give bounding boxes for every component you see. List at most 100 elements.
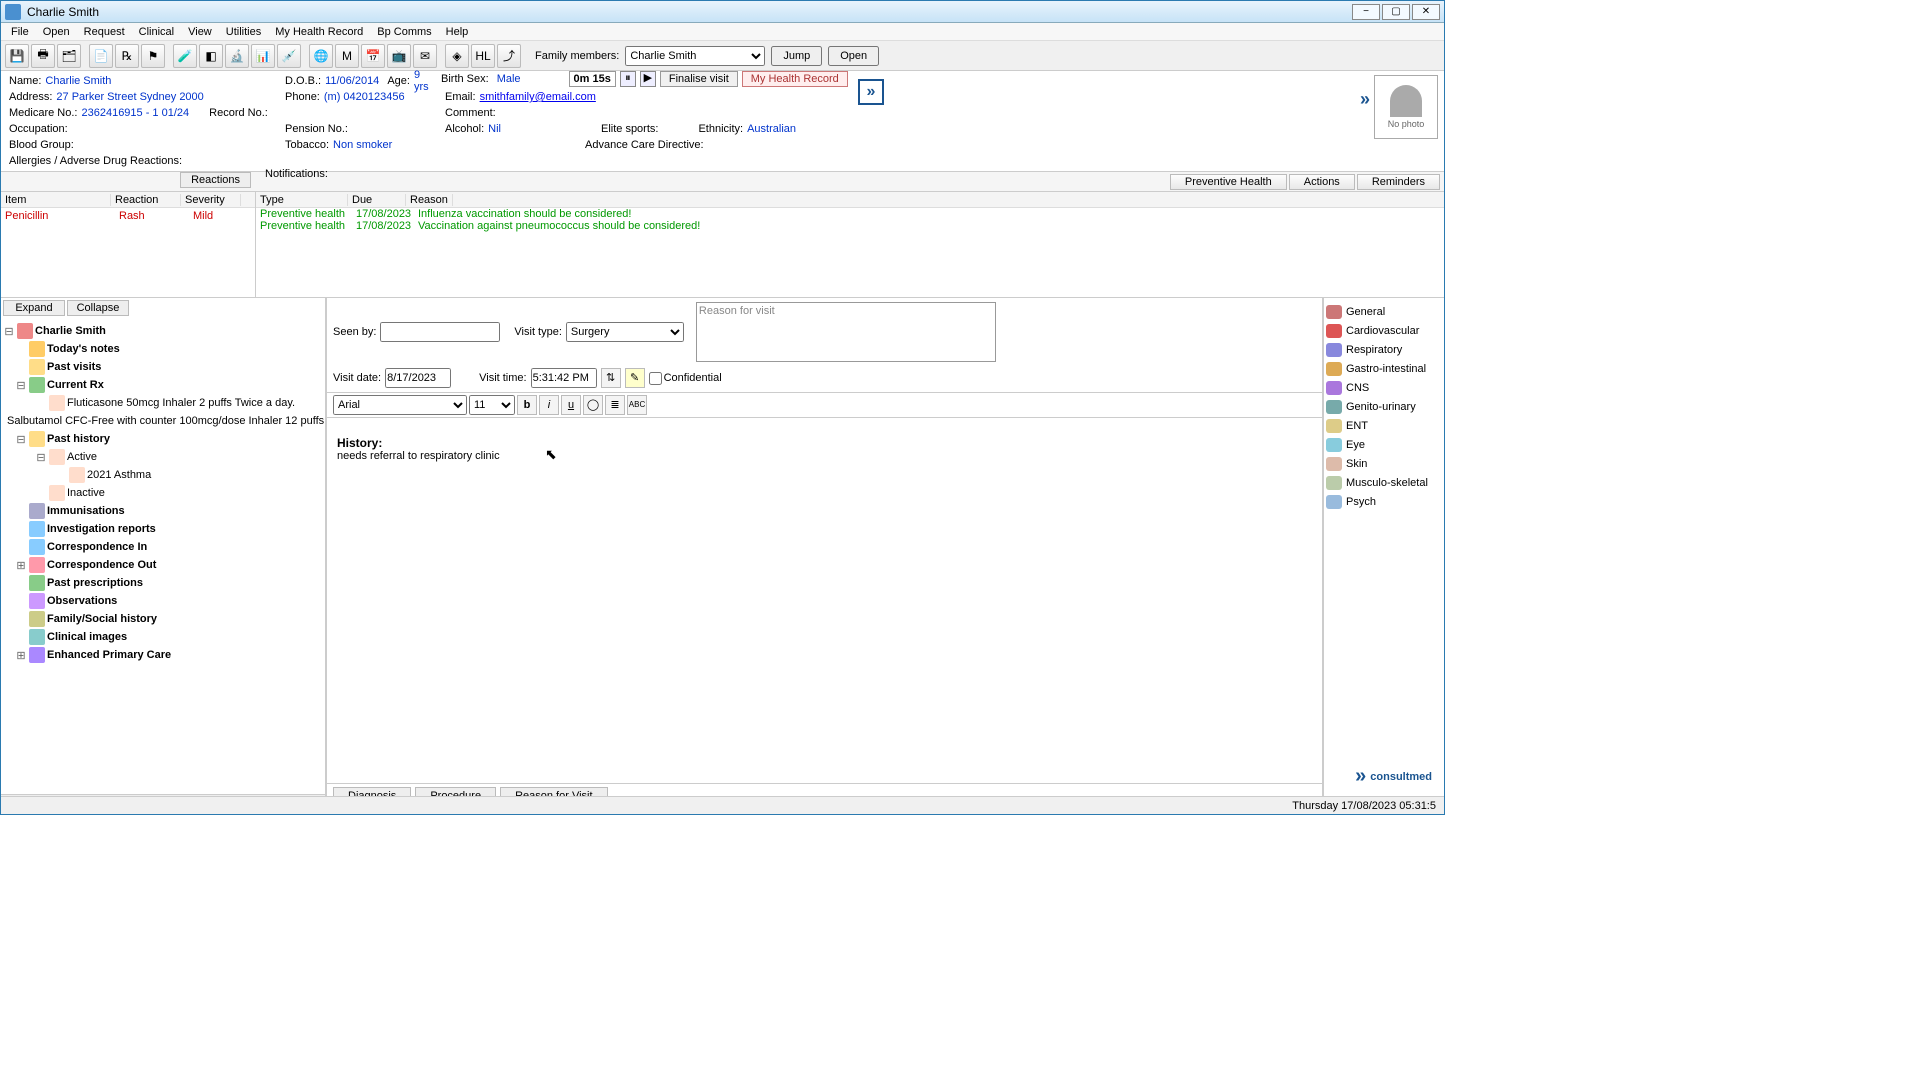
confidential-checkbox[interactable] <box>649 372 662 385</box>
sys-psych[interactable]: Psych <box>1326 492 1442 511</box>
minimize-button[interactable]: − <box>1352 4 1380 20</box>
tree-asthma[interactable]: 2021 Asthma <box>87 469 151 481</box>
tool-flag-icon[interactable]: ⚑ <box>141 44 165 68</box>
family-select[interactable]: Charlie Smith <box>625 46 765 66</box>
italic-button[interactable]: i <box>539 395 559 415</box>
tree-past-presc[interactable]: Past prescriptions <box>47 577 143 589</box>
time-stepper[interactable]: ⇅ <box>601 368 621 388</box>
pause-button[interactable]: ⏸ <box>620 71 636 87</box>
reactions-button[interactable]: Reactions <box>180 172 251 188</box>
tree-fam[interactable]: Family/Social history <box>47 613 157 625</box>
menu-bpcomms[interactable]: Bp Comms <box>371 26 437 38</box>
menu-clinical[interactable]: Clinical <box>133 26 180 38</box>
preventive-button[interactable]: Preventive Health <box>1170 174 1287 190</box>
sys-cardio[interactable]: Cardiovascular <box>1326 321 1442 340</box>
tool-m-icon[interactable]: M <box>335 44 359 68</box>
sys-resp[interactable]: Respiratory <box>1326 340 1442 359</box>
visit-date-input[interactable] <box>385 368 451 388</box>
seen-by-input[interactable] <box>380 322 500 342</box>
size-select[interactable]: 11 <box>469 395 515 415</box>
tree-collapse-icon[interactable]: ⊟ <box>35 451 47 464</box>
open-button[interactable]: Open <box>828 46 879 66</box>
menu-file[interactable]: File <box>5 26 35 38</box>
menu-open[interactable]: Open <box>37 26 76 38</box>
expand-button[interactable]: Expand <box>3 300 65 316</box>
tree-immun[interactable]: Immunisations <box>47 505 125 517</box>
sys-gi[interactable]: Gastro-intestinal <box>1326 359 1442 378</box>
menu-view[interactable]: View <box>182 26 218 38</box>
tool-tree-icon[interactable]: 🗂 <box>57 44 81 68</box>
forward-arrows-icon[interactable]: » <box>858 79 884 105</box>
tree-expand-icon[interactable]: ⊞ <box>15 649 27 662</box>
menu-mhr[interactable]: My Health Record <box>269 26 369 38</box>
photo-placeholder[interactable]: No photo <box>1374 75 1438 139</box>
time-action-icon[interactable]: ✎ <box>625 368 645 388</box>
tool-globe-icon[interactable]: 🌐 <box>309 44 333 68</box>
sys-cns[interactable]: CNS <box>1326 378 1442 397</box>
tool-letter-icon[interactable]: ✉ <box>413 44 437 68</box>
sys-msk[interactable]: Musculo-skeletal <box>1326 473 1442 492</box>
tree-inv[interactable]: Investigation reports <box>47 523 156 535</box>
tree-collapse-icon[interactable]: ⊟ <box>15 379 27 392</box>
visit-type-select[interactable]: Surgery <box>566 322 684 342</box>
play-button[interactable]: ▶ <box>640 71 656 87</box>
list-button[interactable]: ≣ <box>605 395 625 415</box>
sys-skin[interactable]: Skin <box>1326 454 1442 473</box>
reason-box[interactable]: Reason for visit <box>696 302 996 362</box>
jump-button[interactable]: Jump <box>771 46 822 66</box>
tree-clin-img[interactable]: Clinical images <box>47 631 127 643</box>
tree-today[interactable]: Today's notes <box>47 343 120 355</box>
menu-request[interactable]: Request <box>78 26 131 38</box>
tool-cal-icon[interactable]: 📅 <box>361 44 385 68</box>
tool-tv-icon[interactable]: 📺 <box>387 44 411 68</box>
color-button[interactable]: ◯ <box>583 395 603 415</box>
reminders-button[interactable]: Reminders <box>1357 174 1440 190</box>
tree-past-history[interactable]: Past history <box>47 433 110 445</box>
tool-lab-icon[interactable]: 🧪 <box>173 44 197 68</box>
email-value[interactable]: smithfamily@email.com <box>480 91 596 103</box>
actions-button[interactable]: Actions <box>1289 174 1355 190</box>
tool-print-icon[interactable]: 🖶 <box>31 44 55 68</box>
mhr-button[interactable]: My Health Record <box>742 71 848 87</box>
collapse-button[interactable]: Collapse <box>67 300 129 316</box>
note-area[interactable]: History: needs referral to respiratory c… <box>327 418 1322 783</box>
tool-new-icon[interactable]: 📄 <box>89 44 113 68</box>
tree-collapse-icon[interactable]: ⊟ <box>15 433 27 446</box>
tree-past-visits[interactable]: Past visits <box>47 361 101 373</box>
bold-button[interactable]: b <box>517 395 537 415</box>
tree-epc[interactable]: Enhanced Primary Care <box>47 649 171 661</box>
font-select[interactable]: Arial <box>333 395 467 415</box>
sys-eye[interactable]: Eye <box>1326 435 1442 454</box>
close-button[interactable]: ✕ <box>1412 4 1440 20</box>
menu-utilities[interactable]: Utilities <box>220 26 267 38</box>
tree-rx1[interactable]: Fluticasone 50mcg Inhaler 2 puffs Twice … <box>67 397 295 409</box>
tool-inject-icon[interactable]: 💉 <box>277 44 301 68</box>
tree-collapse-icon[interactable]: ⊟ <box>3 325 15 338</box>
tool-save-icon[interactable]: 💾 <box>5 44 29 68</box>
maximize-button[interactable]: ▢ <box>1382 4 1410 20</box>
tree-corr-in[interactable]: Correspondence In <box>47 541 147 553</box>
tool-exit-icon[interactable]: ⤴ <box>497 44 521 68</box>
spell-button[interactable]: ABC <box>627 395 647 415</box>
notif-row[interactable]: Preventive health 17/08/2023 Vaccination… <box>256 220 1444 232</box>
visit-time-input[interactable] <box>531 368 597 388</box>
sys-gu[interactable]: Genito-urinary <box>1326 397 1442 416</box>
tree-corr-out[interactable]: Correspondence Out <box>47 559 156 571</box>
tool-diamond-icon[interactable]: ◈ <box>445 44 469 68</box>
tool-chart-icon[interactable]: 📊 <box>251 44 275 68</box>
tool-hl-icon[interactable]: HL <box>471 44 495 68</box>
tool-xray-icon[interactable]: ◧ <box>199 44 223 68</box>
finalise-button[interactable]: Finalise visit <box>660 71 738 87</box>
tool-scope-icon[interactable]: 🔬 <box>225 44 249 68</box>
tree-obs[interactable]: Observations <box>47 595 117 607</box>
tree-root[interactable]: Charlie Smith <box>35 325 106 337</box>
sys-general[interactable]: General <box>1326 302 1442 321</box>
allergy-row[interactable]: Penicillin Rash Mild <box>5 210 251 222</box>
menu-help[interactable]: Help <box>440 26 475 38</box>
tree-inactive[interactable]: Inactive <box>67 487 105 499</box>
sys-ent[interactable]: ENT <box>1326 416 1442 435</box>
tree-expand-icon[interactable]: ⊞ <box>15 559 27 572</box>
tree-active[interactable]: Active <box>67 451 97 463</box>
tool-rx-icon[interactable]: ℞ <box>115 44 139 68</box>
tree-rx2[interactable]: Salbutamol CFC-Free with counter 100mcg/… <box>7 415 325 427</box>
